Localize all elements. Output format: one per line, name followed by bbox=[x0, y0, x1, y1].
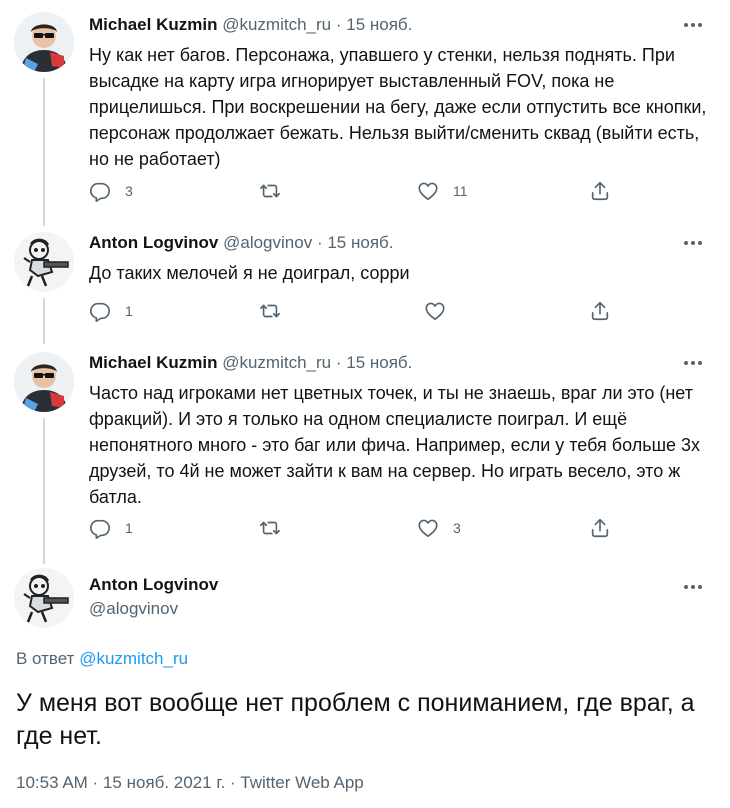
tweet-actions: 1 3 bbox=[89, 515, 629, 541]
reply-icon bbox=[90, 519, 110, 539]
avatar-michael-kuzmin[interactable] bbox=[14, 352, 74, 412]
retweet-button[interactable] bbox=[259, 178, 295, 204]
separator-dot: · bbox=[335, 15, 342, 34]
heart-icon bbox=[418, 182, 438, 201]
author-name[interactable]: Michael Kuzmin bbox=[89, 15, 217, 34]
tweet-actions: 1 bbox=[89, 298, 629, 324]
reply-count: 1 bbox=[125, 520, 133, 536]
retweet-icon bbox=[260, 304, 280, 318]
avatar-michael-kuzmin[interactable] bbox=[14, 12, 74, 72]
reply-button[interactable]: 1 bbox=[89, 298, 133, 324]
reply-count: 3 bbox=[125, 183, 133, 199]
separator-dot: · bbox=[316, 233, 323, 252]
tweet[interactable]: Michael Kuzmin @kuzmitch_ru · 15 нояб. Ч… bbox=[0, 340, 730, 565]
author-handle[interactable]: @kuzmitch_ru bbox=[222, 15, 331, 34]
author-handle[interactable]: @alogvinov bbox=[223, 233, 312, 252]
share-button[interactable] bbox=[589, 515, 611, 541]
more-icon[interactable] bbox=[684, 352, 710, 370]
retweet-icon bbox=[260, 521, 280, 535]
tweet-header: Michael Kuzmin @kuzmitch_ru · 15 нояб. bbox=[89, 352, 412, 374]
tweet-timestamp[interactable]: 10:53 AM · 15 нояб. 2021 г. · Twitter We… bbox=[16, 772, 364, 794]
main-tweet-text: У меня вот вообще нет проблем с понимани… bbox=[16, 689, 695, 750]
tweet-text: До таких мелочей я не доиграл, сорри bbox=[89, 263, 410, 283]
tweet-date[interactable]: 15 нояб. bbox=[346, 15, 412, 34]
reply-icon bbox=[90, 302, 110, 322]
heart-icon bbox=[425, 302, 445, 321]
share-icon bbox=[591, 518, 609, 538]
tweet-actions: 3 11 bbox=[89, 178, 629, 204]
like-button[interactable]: 3 bbox=[417, 515, 461, 541]
tweet-text: Часто над игроками нет цветных точек, и … bbox=[89, 383, 701, 507]
share-button[interactable] bbox=[589, 178, 611, 204]
heart-icon bbox=[418, 519, 438, 538]
reply-label: В ответ bbox=[16, 649, 75, 668]
tweet-header: Anton Logvinov @alogvinov · 15 нояб. bbox=[89, 232, 393, 254]
author-name[interactable]: Anton Logvinov bbox=[89, 574, 218, 596]
reply-button[interactable]: 1 bbox=[89, 515, 133, 541]
reply-count: 1 bbox=[125, 303, 133, 319]
separator-dot: · bbox=[335, 353, 342, 372]
avatar-anton-logvinov[interactable] bbox=[14, 568, 74, 628]
like-button[interactable]: 11 bbox=[417, 178, 468, 204]
reply-button[interactable]: 3 bbox=[89, 178, 133, 204]
more-icon[interactable] bbox=[684, 576, 710, 594]
retweet-icon bbox=[260, 184, 280, 198]
tweet[interactable]: Anton Logvinov @alogvinov · 15 нояб. До … bbox=[0, 220, 730, 340]
like-count: 11 bbox=[453, 183, 468, 199]
reply-handle-link[interactable]: @kuzmitch_ru bbox=[79, 649, 188, 668]
tweet[interactable]: Michael Kuzmin @kuzmitch_ru · 15 нояб. Н… bbox=[0, 0, 730, 220]
author-name[interactable]: Michael Kuzmin bbox=[89, 353, 217, 372]
author-handle[interactable]: @kuzmitch_ru bbox=[222, 353, 331, 372]
more-icon[interactable] bbox=[684, 232, 710, 250]
tweet-text: Ну как нет багов. Персонажа, упавшего у … bbox=[89, 45, 707, 169]
share-icon bbox=[591, 301, 609, 321]
retweet-button[interactable] bbox=[259, 515, 295, 541]
like-count: 3 bbox=[453, 520, 461, 536]
share-button[interactable] bbox=[589, 298, 611, 324]
more-icon[interactable] bbox=[684, 14, 710, 32]
tweet-date[interactable]: 15 нояб. bbox=[346, 353, 412, 372]
tweet-header: Michael Kuzmin @kuzmitch_ru · 15 нояб. bbox=[89, 14, 412, 36]
retweet-button[interactable] bbox=[259, 298, 295, 324]
share-icon bbox=[591, 181, 609, 201]
reply-icon bbox=[90, 182, 110, 202]
like-button[interactable] bbox=[424, 298, 460, 324]
author-handle[interactable]: @alogvinov bbox=[89, 598, 178, 620]
reply-context: В ответ @kuzmitch_ru bbox=[16, 648, 188, 670]
avatar-anton-logvinov[interactable] bbox=[14, 232, 74, 292]
author-name[interactable]: Anton Logvinov bbox=[89, 233, 218, 252]
tweet-date[interactable]: 15 нояб. bbox=[327, 233, 393, 252]
